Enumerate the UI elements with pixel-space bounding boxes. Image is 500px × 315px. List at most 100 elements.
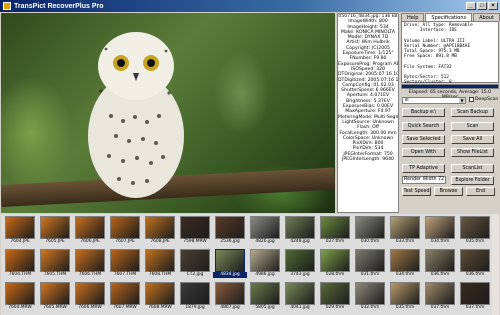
drive-select[interactable]: e: ▼	[402, 97, 466, 104]
thumbnail-item[interactable]: 4041.jpg	[283, 281, 317, 314]
thumbnail-image[interactable]	[285, 249, 315, 272]
thumbnail-item[interactable]: 4834.jpg	[213, 248, 247, 281]
thumbnail-image[interactable]	[40, 249, 70, 272]
thumbnail-item[interactable]: 037.thm	[423, 281, 457, 314]
thumbnail-item[interactable]: 035.thm	[388, 281, 422, 314]
thumbnail-item[interactable]: 7607.THM	[108, 248, 142, 281]
thumbnail-item[interactable]: 3743.jpg	[283, 248, 317, 281]
thumbnail-item[interactable]: 7605.MRW	[38, 281, 72, 314]
thumbnail-item[interactable]: 7607.JPE	[108, 215, 142, 248]
thumbnail-item[interactable]: 7608.MRW	[143, 281, 177, 314]
thumbnail-item[interactable]: 030.thm	[353, 215, 387, 248]
thumbnail-image[interactable]	[215, 216, 245, 239]
thumbnail-item[interactable]: 7604.MRW	[3, 281, 37, 314]
thumbnail-image[interactable]	[355, 282, 385, 305]
thumbnail-item[interactable]: 036.thm	[423, 248, 457, 281]
thumbnail-item[interactable]: 028.thm	[318, 248, 352, 281]
thumbnail-image[interactable]	[110, 282, 140, 305]
thumbnail-image[interactable]	[285, 216, 315, 239]
thumbnail-image[interactable]	[145, 216, 175, 239]
thumbnail-image[interactable]	[75, 282, 105, 305]
thumbnail-image[interactable]	[355, 249, 385, 272]
thumbnail-image[interactable]	[75, 216, 105, 239]
thumbnail-item[interactable]: 5805.jpg	[248, 281, 282, 314]
chevron-down-icon[interactable]: ▼	[459, 98, 465, 103]
thumbnail-image[interactable]	[250, 249, 280, 272]
end-button[interactable]: End	[466, 187, 495, 196]
tp-adaptive-button[interactable]: TP Adaptive	[402, 164, 445, 173]
thumbnail-item[interactable]: 7605.JPE	[38, 215, 72, 248]
backup-button[interactable]: Backup e:\	[402, 108, 445, 117]
thumbnail-image[interactable]	[320, 216, 350, 239]
thumbnail-image[interactable]	[40, 216, 70, 239]
thumbnail-image[interactable]	[110, 216, 140, 239]
thumbnail-item[interactable]: 029.thm	[318, 281, 352, 314]
thumbnail-item[interactable]: 036.thm	[458, 248, 492, 281]
thumbnail-item[interactable]: CT2.jpg	[178, 248, 212, 281]
thumbnail-image[interactable]	[460, 282, 490, 305]
thumbnail-item[interactable]: 034.thm	[423, 215, 457, 248]
minimize-button[interactable]: _	[466, 2, 476, 10]
thumbnail-item[interactable]: 7606.JPE	[73, 215, 107, 248]
save-selected-button[interactable]: Save Selected	[402, 135, 445, 144]
thumbnail-image[interactable]	[390, 249, 420, 272]
quick-search-button[interactable]: Quick Search	[402, 122, 445, 131]
thumbnail-item[interactable]: 037.thm	[458, 281, 492, 314]
thumbnail-image[interactable]	[285, 282, 315, 305]
thumbnail-image[interactable]	[320, 282, 350, 305]
thumbnail-image[interactable]	[460, 216, 490, 239]
thumbnail-image[interactable]	[145, 249, 175, 272]
show-filelist-button[interactable]: Show FileList	[451, 148, 494, 157]
thumbnail-item[interactable]: 7605.THM	[38, 248, 72, 281]
open-with-button[interactable]: Open With	[402, 148, 445, 157]
thumbnail-image[interactable]	[75, 249, 105, 272]
thumbnail-image[interactable]	[250, 216, 280, 239]
browse-button[interactable]: Browse	[434, 187, 463, 196]
thumbnail-image[interactable]	[180, 249, 210, 272]
thumbnail-image[interactable]	[40, 282, 70, 305]
thumbnail-image[interactable]	[180, 216, 210, 239]
thumbnail-image[interactable]	[215, 282, 245, 305]
tab-specifications[interactable]: Specifications	[425, 13, 473, 21]
thumbnail-image[interactable]	[5, 282, 35, 305]
scan-backup-button[interactable]: Scan Backup	[451, 108, 494, 117]
thumbnail-item[interactable]: 7608.JPE	[143, 215, 177, 248]
scan-button[interactable]: Scan	[451, 122, 494, 131]
thumbnail-item[interactable]: 027.thm	[318, 215, 352, 248]
thumbnail-image[interactable]	[355, 216, 385, 239]
thumbnail-item[interactable]: 4826.jpg	[248, 215, 282, 248]
thumbnail-item[interactable]: 1879.jpg	[178, 281, 212, 314]
test-speed-button[interactable]: Test Speed	[402, 187, 431, 196]
thumbnail-image[interactable]	[390, 216, 420, 239]
thumbnail-image[interactable]	[145, 282, 175, 305]
thumbnail-item[interactable]: 7604.JPE	[3, 215, 37, 248]
thumbnail-item[interactable]: 4986.jpg	[248, 248, 282, 281]
thumbnail-item[interactable]: 7598.MRW	[178, 215, 212, 248]
thumbnail-item[interactable]: 2536.jpg	[213, 215, 247, 248]
thumbnail-item[interactable]: 032.thm	[353, 281, 387, 314]
save-all-button[interactable]: Save All	[451, 135, 494, 144]
deepscan-checkbox[interactable]: DeepScan	[469, 97, 498, 102]
thumbnail-image[interactable]	[425, 216, 455, 239]
checkbox-box[interactable]	[469, 97, 474, 102]
thumbnail-image[interactable]	[460, 249, 490, 272]
thumbnail-item[interactable]: 035.thm	[458, 215, 492, 248]
thumbnail-item[interactable]: 4248.jpg	[283, 215, 317, 248]
thumbnail-item[interactable]: 7607.MRW	[108, 281, 142, 314]
thumbnail-item[interactable]: 033.thm	[388, 215, 422, 248]
thumbnail-image[interactable]	[390, 282, 420, 305]
thumbnail-image[interactable]	[250, 282, 280, 305]
thumbnail-image[interactable]	[320, 249, 350, 272]
render-width-field[interactable]: Render Width 72	[402, 176, 446, 184]
thumbnail-item[interactable]: 4867.jpg	[213, 281, 247, 314]
thumbnail-item[interactable]: 034.thm	[388, 248, 422, 281]
scanlist-button[interactable]: ScanList	[451, 164, 494, 173]
tab-about[interactable]: About	[473, 13, 500, 21]
thumbnail-image[interactable]	[110, 249, 140, 272]
thumbnail-item[interactable]: 7606.MRW	[73, 281, 107, 314]
thumbnail-scrollbar[interactable]	[492, 214, 499, 315]
thumbnail-item[interactable]: 7606.THM	[73, 248, 107, 281]
thumbnail-image[interactable]	[5, 216, 35, 239]
maximize-button[interactable]: □	[477, 2, 487, 10]
thumbnail-image[interactable]	[425, 249, 455, 272]
